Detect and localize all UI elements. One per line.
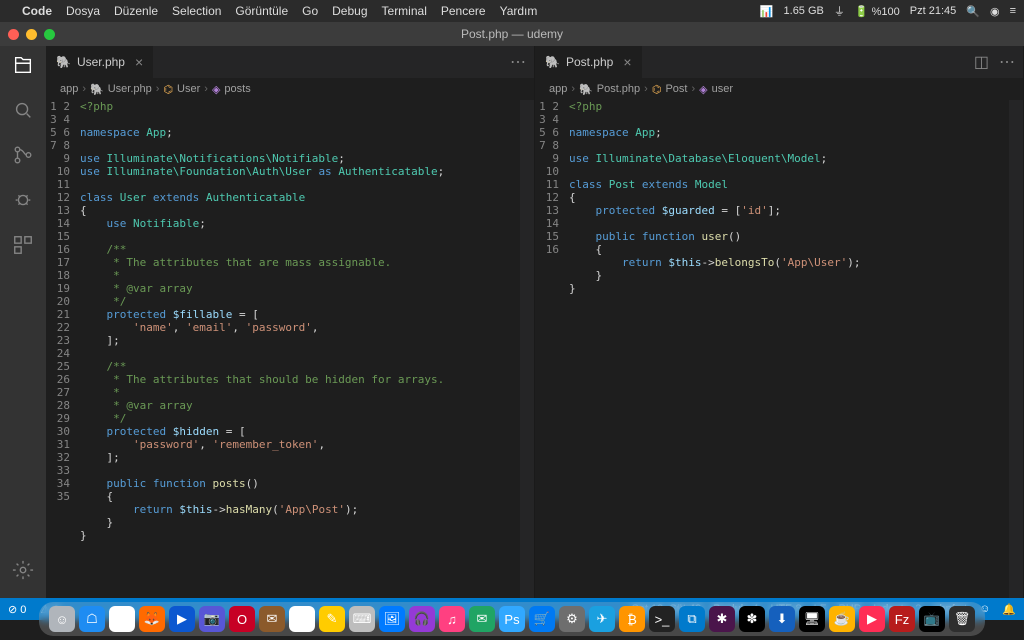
breadcrumb[interactable]: app› 🐘 User.php› ⌬ User› ◈ posts [46, 78, 534, 100]
dock-app-icon[interactable]: O [229, 606, 255, 632]
editor-pane-right: 🐘 Post.php × ◫ ⋯ app› 🐘 Post.php› ⌬ Post… [535, 46, 1024, 598]
menu-item[interactable]: Pencere [441, 4, 486, 18]
dock-app-icon[interactable]: ● [109, 606, 135, 632]
extensions-icon[interactable] [12, 234, 34, 261]
macos-menubar: Code Dosya Düzenle Selection Görüntüle G… [0, 0, 1024, 22]
search-icon[interactable] [12, 99, 34, 126]
activity-bar [0, 46, 46, 598]
tab-post-php[interactable]: 🐘 Post.php × [535, 46, 643, 78]
dock-app-icon[interactable]: ⌨ [349, 606, 375, 632]
dock-app-icon[interactable]: ☖ [79, 606, 105, 632]
tab-bar-right: 🐘 Post.php × ◫ ⋯ [535, 46, 1023, 78]
menu-item[interactable]: Görüntüle [235, 4, 288, 18]
notifications-icon[interactable]: 🔔 [1002, 603, 1016, 616]
traffic-lights [8, 29, 55, 40]
wifi-icon[interactable]: ⏚ [834, 3, 845, 19]
dock-app-icon[interactable]: ⬇ [769, 606, 795, 632]
tab-bar-left: 🐘 User.php × ⋯ [46, 46, 534, 78]
menu-item[interactable]: Terminal [382, 4, 427, 18]
window-title: Post.php — udemy [461, 27, 563, 41]
menu-item[interactable]: Düzenle [114, 4, 158, 18]
dock-app-icon[interactable]: ▶ [169, 606, 195, 632]
dock-app-icon[interactable]: 🦊 [139, 606, 165, 632]
tab-label: Post.php [566, 55, 613, 69]
minimap[interactable] [520, 100, 534, 598]
dock-app-icon[interactable]: 🗑 [949, 606, 975, 632]
status-errors[interactable]: ⊘ 0 [8, 603, 26, 616]
editor-pane-left: 🐘 User.php × ⋯ app› 🐘 User.php› ⌬ User› … [46, 46, 535, 598]
tab-user-php[interactable]: 🐘 User.php × [46, 46, 154, 78]
dock-app-icon[interactable]: >_ [649, 606, 675, 632]
dock-app-icon[interactable]: ☺ [49, 606, 75, 632]
clock[interactable]: Pzt 21:45 [910, 5, 956, 17]
istat-icon[interactable]: 📊 [760, 5, 774, 18]
menu-item[interactable]: Selection [172, 4, 221, 18]
control-center-icon[interactable]: ≡ [1010, 5, 1016, 17]
minimap[interactable] [1009, 100, 1023, 598]
battery-indicator[interactable]: 🔋 %100 [855, 5, 900, 18]
menu-item[interactable]: Debug [332, 4, 367, 18]
dock-app-icon[interactable]: 9 [289, 606, 315, 632]
dock-app-icon[interactable]: 🎧 [409, 606, 435, 632]
dock-app-icon[interactable]: ✈ [589, 606, 615, 632]
close-tab-icon[interactable]: × [623, 54, 631, 70]
dock-app-icon[interactable]: ⧉ [679, 606, 705, 632]
macos-dock: ☺☖●🦊▶📷O✉9✎⌨🖼🎧♫✉Ps🛒⚙✈₿>_⧉✱✽⬇🖥☕▶Fz📺🗑 [39, 602, 985, 636]
code-editor-right[interactable]: 1 2 3 4 5 6 7 8 9 10 11 12 13 14 15 16 <… [535, 100, 1023, 598]
more-actions-icon[interactable]: ⋯ [999, 52, 1015, 72]
debug-icon[interactable] [12, 189, 34, 216]
close-button[interactable] [8, 29, 19, 40]
dock-app-icon[interactable]: 🖼 [379, 606, 405, 632]
split-editor-icon[interactable]: ◫ [974, 52, 989, 72]
ram-indicator[interactable]: 1.65 GB [784, 5, 824, 17]
php-file-icon: 🐘 [545, 55, 560, 69]
scm-icon[interactable] [12, 144, 34, 171]
tab-label: User.php [77, 55, 125, 69]
dock-app-icon[interactable]: ✽ [739, 606, 765, 632]
menu-app-name[interactable]: Code [22, 4, 52, 18]
php-file-icon: 🐘 [56, 55, 71, 69]
dock-app-icon[interactable]: Ps [499, 606, 525, 632]
menu-item[interactable]: Dosya [66, 4, 100, 18]
dock-app-icon[interactable]: 🛒 [529, 606, 555, 632]
dock-app-icon[interactable]: ✱ [709, 606, 735, 632]
more-actions-icon[interactable]: ⋯ [510, 52, 526, 72]
code-editor-left[interactable]: 1 2 3 4 5 6 7 8 9 10 11 12 13 14 15 16 1… [46, 100, 534, 598]
dock-app-icon[interactable]: ₿ [619, 606, 645, 632]
dock-app-icon[interactable]: ⚙ [559, 606, 585, 632]
menu-item[interactable]: Yardım [500, 4, 538, 18]
breadcrumb[interactable]: app› 🐘 Post.php› ⌬ Post› ◈ user [535, 78, 1023, 100]
siri-icon[interactable]: ◉ [990, 5, 1000, 18]
menu-item[interactable]: Go [302, 4, 318, 18]
dock-app-icon[interactable]: Fz [889, 606, 915, 632]
spotlight-icon[interactable]: 🔍 [966, 5, 980, 18]
window-titlebar: Post.php — udemy [0, 22, 1024, 46]
explorer-icon[interactable] [12, 54, 34, 81]
dock-app-icon[interactable]: ♫ [439, 606, 465, 632]
dock-app-icon[interactable]: 📷 [199, 606, 225, 632]
zoom-button[interactable] [44, 29, 55, 40]
dock-app-icon[interactable]: ☕ [829, 606, 855, 632]
dock-app-icon[interactable]: ✎ [319, 606, 345, 632]
dock-app-icon[interactable]: 📺 [919, 606, 945, 632]
dock-app-icon[interactable]: ✉ [259, 606, 285, 632]
close-tab-icon[interactable]: × [135, 54, 143, 70]
settings-gear-icon[interactable] [12, 559, 34, 586]
dock-app-icon[interactable]: ✉ [469, 606, 495, 632]
minimize-button[interactable] [26, 29, 37, 40]
dock-app-icon[interactable]: 🖥 [799, 606, 825, 632]
dock-app-icon[interactable]: ▶ [859, 606, 885, 632]
